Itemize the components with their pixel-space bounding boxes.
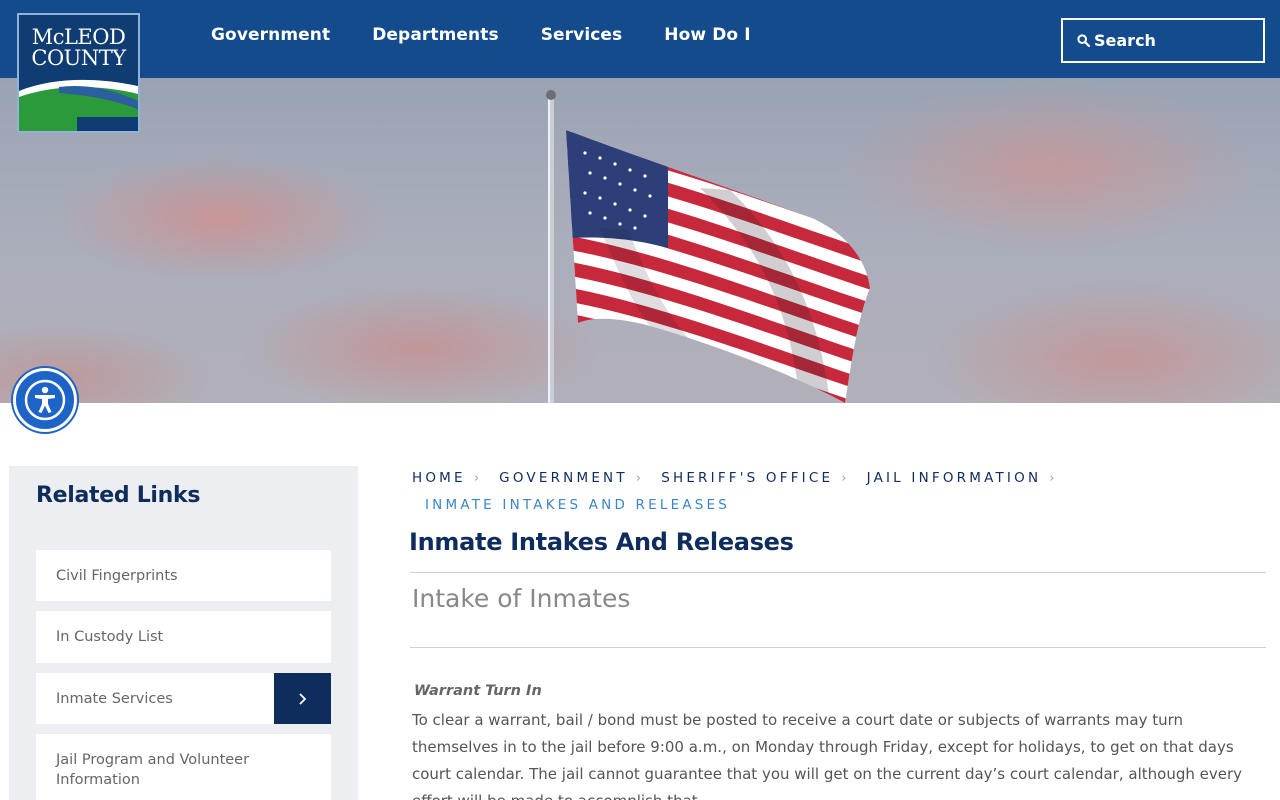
county-logo[interactable]: McLEOD COUNTY bbox=[17, 13, 140, 133]
hero-banner bbox=[0, 78, 1280, 403]
breadcrumb-sheriffs-office[interactable]: SHERIFF'S OFFICE › bbox=[661, 465, 846, 492]
sidebar-title: Related Links bbox=[36, 483, 201, 508]
site-header: Government Departments Services How Do I… bbox=[0, 0, 1280, 78]
sidebar-link-inmate-services[interactable]: Inmate Services bbox=[36, 673, 331, 724]
chevron-right-icon: › bbox=[635, 470, 642, 486]
breadcrumb-jail-information[interactable]: JAIL INFORMATION › bbox=[867, 465, 1055, 492]
chevron-right-icon: › bbox=[473, 470, 480, 486]
sidebar-link-label: In Custody List bbox=[56, 629, 164, 645]
logo-landscape-graphic bbox=[19, 79, 138, 131]
submenu-toggle-button[interactable] bbox=[274, 673, 331, 724]
search-icon bbox=[1077, 34, 1090, 47]
chevron-right-icon: › bbox=[1049, 470, 1055, 486]
warrant-label: Warrant Turn In bbox=[414, 683, 542, 699]
breadcrumb-current: INMATE INTAKES AND RELEASES bbox=[425, 497, 731, 513]
accessibility-button[interactable] bbox=[13, 368, 77, 432]
section-heading: Intake of Inmates bbox=[412, 584, 631, 613]
nav-departments[interactable]: Departments bbox=[351, 0, 519, 45]
page-title: Inmate Intakes And Releases bbox=[409, 528, 794, 556]
search-label: Search bbox=[1094, 31, 1156, 50]
divider bbox=[410, 572, 1266, 573]
chevron-right-icon: › bbox=[841, 470, 847, 486]
breadcrumb: HOME › GOVERNMENT › SHERIFF'S OFFICE › JAIL IN… bbox=[412, 465, 1112, 519]
logo-line-2: COUNTY bbox=[31, 46, 126, 70]
main-nav: Government Departments Services How Do I bbox=[190, 0, 772, 78]
breadcrumb-government[interactable]: GOVERNMENT › bbox=[499, 465, 641, 492]
nav-how-do-i[interactable]: How Do I bbox=[643, 0, 771, 45]
american-flag-image bbox=[546, 90, 870, 403]
chevron-right-icon bbox=[298, 692, 306, 705]
accessibility-icon bbox=[24, 379, 66, 421]
nav-government[interactable]: Government bbox=[190, 0, 351, 45]
search-box[interactable]: Search bbox=[1061, 18, 1265, 63]
sidebar-link-label: Inmate Services bbox=[56, 690, 173, 707]
sidebar-link-label: Civil Fingerprints bbox=[56, 567, 178, 584]
sidebar-link-civil-fingerprints[interactable]: Civil Fingerprints bbox=[36, 550, 331, 601]
body-paragraph: To clear a warrant, bail / bond must be … bbox=[412, 711, 1242, 800]
sidebar-link-label: Jail Program and Volunteer Information bbox=[56, 752, 250, 788]
sidebar-link-in-custody-list[interactable]: In Custody List bbox=[36, 611, 331, 663]
breadcrumb-home[interactable]: HOME › bbox=[412, 465, 479, 492]
divider bbox=[410, 647, 1266, 648]
sidebar-link-jail-program[interactable]: Jail Program and Volunteer Information bbox=[36, 734, 331, 800]
nav-services[interactable]: Services bbox=[520, 0, 644, 45]
related-links-sidebar: Related Links Civil Fingerprints In Cust… bbox=[9, 466, 358, 800]
